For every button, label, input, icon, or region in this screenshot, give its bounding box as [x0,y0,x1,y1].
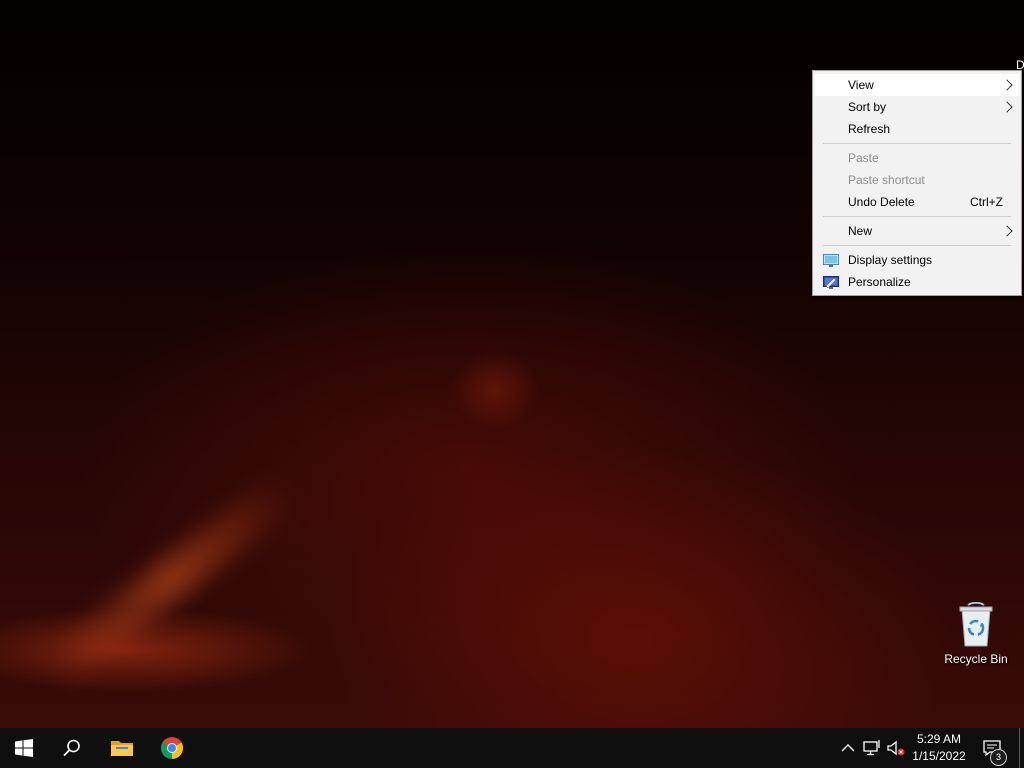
recycle-bin-shortcut[interactable]: Recycle Bin [938,600,1014,672]
file-explorer-button[interactable] [98,728,146,768]
wallpaper-glow [450,350,540,430]
windows-logo-icon [15,739,33,757]
recycle-bin-icon [959,602,993,647]
recycle-bin-label: Recycle Bin [944,652,1008,666]
menu-item-display-settings[interactable]: Display settings [815,249,1019,271]
menu-item-label: Personalize [848,275,911,289]
network-icon[interactable] [862,738,882,758]
chevron-right-icon [1001,79,1013,91]
wallpaper-light-streak [39,471,301,689]
volume-muted-icon[interactable] [886,738,906,758]
notification-count-badge: 3 [990,749,1007,766]
menu-item-label: Refresh [848,122,891,136]
start-button[interactable] [0,728,48,768]
chrome-button[interactable] [148,728,196,768]
menu-item-sort-by[interactable]: Sort by [815,96,1019,118]
desktop-context-menu: View Sort by Refresh Paste Paste shortcu… [812,70,1022,296]
search-icon [63,739,80,757]
menu-item-label: View [848,78,874,92]
menu-item-label: Sort by [848,100,887,114]
menu-separator [823,143,1011,144]
menu-item-label: Display settings [848,253,933,267]
display-settings-icon [823,254,839,267]
menu-item-view[interactable]: View [815,74,1019,96]
menu-item-label: Undo Delete [848,195,915,209]
folder-icon [111,741,133,756]
menu-item-new[interactable]: New [815,220,1019,242]
personalize-icon [823,276,839,289]
search-button[interactable] [48,728,96,768]
show-desktop-button[interactable] [1019,728,1020,768]
chevron-right-icon [1001,101,1013,113]
menu-separator [823,216,1011,217]
menu-item-refresh[interactable]: Refresh [815,118,1019,140]
chrome-icon [161,737,183,759]
menu-item-paste[interactable]: Paste [815,147,1019,169]
clock-date: 1/15/2022 [912,749,966,763]
menu-item-undo-delete[interactable]: Undo Delete Ctrl+Z [815,191,1019,213]
clock[interactable]: 5:29 AM 1/15/2022 [908,731,970,765]
menu-item-label: New [848,224,873,238]
chevron-up-icon[interactable] [838,738,858,758]
chevron-right-icon [1001,225,1013,237]
menu-separator [823,245,1011,246]
menu-item-paste-shortcut[interactable]: Paste shortcut [815,169,1019,191]
clock-time: 5:29 AM [916,732,962,746]
menu-item-label: Paste [848,151,879,165]
menu-item-personalize[interactable]: Personalize [815,271,1019,293]
taskbar: 5:29 AM 1/15/2022 [0,728,1024,768]
menu-item-label: Paste shortcut [848,173,925,187]
menu-item-shortcut: Ctrl+Z [970,195,1003,209]
